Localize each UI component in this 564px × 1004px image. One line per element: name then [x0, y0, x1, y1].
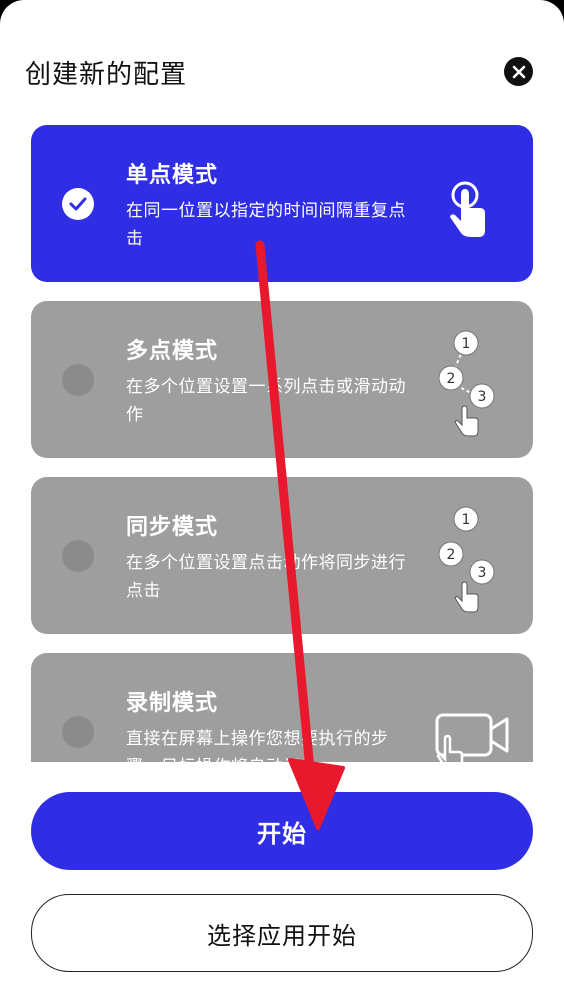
radio-button	[62, 716, 94, 748]
multi-tap-icon: 1 2 3	[431, 321, 521, 441]
step-1-label: 1	[462, 512, 471, 528]
mode-card-record[interactable]: 录制模式 直接在屏幕上操作您想要执行的步骤，目标操作将自动记	[31, 653, 533, 762]
mode-title: 单点模式	[126, 163, 219, 188]
sync-tap-icon: 1 2 3	[431, 497, 521, 617]
mode-description: 在多个位置设置一系列点击或滑动动作	[126, 377, 406, 425]
radio-button	[62, 364, 94, 396]
mode-list: 单点模式 在同一位置以指定的时间间隔重复点击 多点模式 在多个位置设置一系列点击…	[0, 0, 564, 762]
mode-card-sync[interactable]: 同步模式 在多个位置设置点击动作将同步进行点击 1 2 3	[31, 477, 533, 634]
step-2-label: 2	[447, 547, 456, 563]
step-2-label: 2	[447, 371, 456, 387]
select-app-start-button[interactable]: 选择应用开始	[31, 894, 533, 972]
mode-card-multi[interactable]: 多点模式 在多个位置设置一系列点击或滑动动作 1 2 3	[31, 301, 533, 458]
check-icon	[62, 188, 94, 220]
mode-description: 在多个位置设置点击动作将同步进行点击	[126, 553, 406, 601]
single-tap-icon	[431, 145, 521, 265]
config-dialog: 创建新的配置 单点模式 在同一位置以指定的时间间隔重复点击 多点模式 在多个位置…	[0, 0, 564, 1004]
radio-button	[62, 540, 94, 572]
step-1-label: 1	[462, 336, 471, 352]
mode-title: 多点模式	[126, 339, 219, 364]
record-screen-icon	[431, 673, 521, 762]
mode-card-single[interactable]: 单点模式 在同一位置以指定的时间间隔重复点击	[31, 125, 533, 282]
mode-description: 在同一位置以指定的时间间隔重复点击	[126, 201, 406, 249]
step-3-label: 3	[478, 565, 487, 581]
mode-title: 录制模式	[126, 691, 219, 716]
start-button[interactable]: 开始	[31, 792, 533, 870]
step-3-label: 3	[478, 389, 487, 405]
mode-description: 直接在屏幕上操作您想要执行的步骤，目标操作将自动记	[126, 729, 389, 762]
mode-title: 同步模式	[126, 515, 219, 540]
